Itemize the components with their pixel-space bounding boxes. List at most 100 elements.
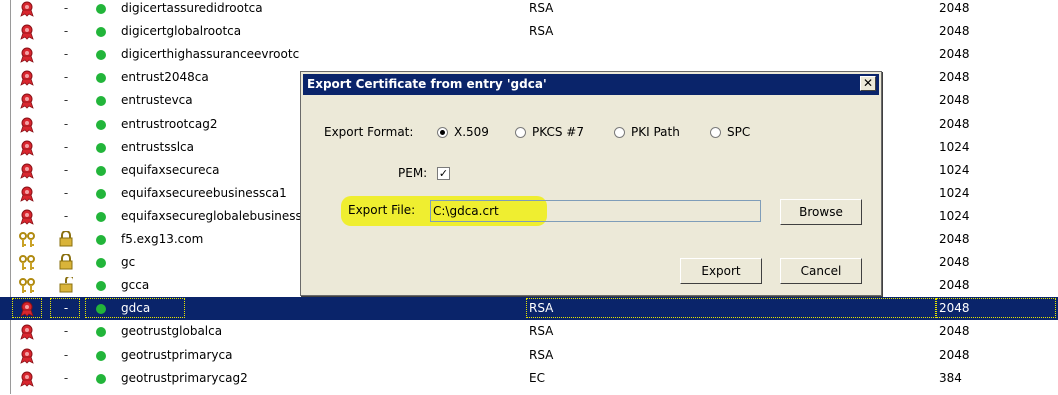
- trusted-certificate-icon: [18, 117, 36, 133]
- export-file-value: C:\gdca.crt: [433, 204, 499, 218]
- cancel-button[interactable]: Cancel: [780, 258, 862, 284]
- lock-status: -: [63, 93, 69, 108]
- status-dot-icon: [96, 258, 106, 269]
- lock-status: -: [63, 1, 69, 15]
- entry-alias: digicerthighassuranceevrootc: [121, 47, 300, 62]
- pem-label: PEM:: [398, 166, 428, 180]
- lock-status: -: [63, 370, 69, 385]
- entry-key-size: 2048: [939, 324, 970, 339]
- format-radio-x509[interactable]: [437, 127, 448, 138]
- trusted-certificate-icon: [18, 348, 36, 364]
- table-row[interactable]: - digicerthighassuranceevrootc 2048: [0, 43, 1058, 66]
- export-button[interactable]: Export: [680, 258, 762, 284]
- table-row[interactable]: - geotrustglobalca RSA 2048: [0, 320, 1058, 343]
- status-dot-icon: [96, 188, 106, 199]
- lock-status: -: [63, 162, 69, 177]
- format-radio-pkcs7[interactable]: [515, 127, 526, 138]
- trusted-certificate-icon: [18, 1, 36, 17]
- selection-focus-border: [526, 298, 936, 319]
- close-icon: ✕: [862, 76, 874, 90]
- trusted-certificate-icon: [18, 209, 36, 225]
- status-dot-icon: [96, 327, 106, 338]
- lock-status: -: [63, 24, 69, 39]
- lock-status: -: [63, 208, 69, 223]
- entry-alias: equifaxsecureglobalebusiness: [121, 208, 302, 223]
- format-label-spc[interactable]: SPC: [727, 125, 750, 139]
- entry-key-size: 1024: [939, 139, 970, 154]
- entry-key-size: 2048: [939, 232, 970, 246]
- lock-status: -: [63, 185, 69, 200]
- entry-algorithm: RSA: [529, 324, 554, 339]
- close-button[interactable]: ✕: [860, 76, 876, 91]
- trusted-certificate-icon: [18, 163, 36, 179]
- dialog-titlebar[interactable]: Export Certificate from entry 'gdca' ✕: [303, 74, 879, 95]
- entry-algorithm: RSA: [529, 1, 554, 15]
- table-row[interactable]: - digicertglobalrootca RSA 2048: [0, 20, 1058, 43]
- entry-alias: entrustrootcag2: [121, 116, 218, 131]
- format-radio-spc[interactable]: [710, 127, 721, 138]
- export-file-label: Export File:: [348, 203, 416, 217]
- status-dot-icon: [96, 281, 106, 292]
- lock-status: -: [63, 347, 69, 362]
- export-file-input[interactable]: C:\gdca.crt: [430, 200, 761, 222]
- lock-status: -: [63, 139, 69, 154]
- table-row[interactable]: - geotrustprimaryca RSA 2048: [0, 344, 1058, 367]
- entry-alias: entrustevca: [121, 93, 193, 108]
- status-dot-icon: [96, 96, 106, 107]
- check-icon: ✓: [438, 167, 449, 180]
- trusted-certificate-icon: [18, 140, 36, 156]
- format-radio-pkipath[interactable]: [614, 127, 625, 138]
- entry-alias: entrustsslca: [121, 139, 194, 154]
- entry-alias: entrust2048ca: [121, 70, 209, 85]
- entry-algorithm: RSA: [529, 24, 554, 39]
- table-row[interactable]: - geotrustprimarycag2 EC 384: [0, 367, 1058, 390]
- selection-focus-border: [12, 298, 42, 319]
- status-dot-icon: [96, 235, 106, 245]
- trusted-certificate-icon: [18, 186, 36, 202]
- format-label-pkipath[interactable]: PKI Path: [631, 125, 680, 139]
- entry-key-size: 2048: [939, 1, 970, 15]
- pem-checkbox[interactable]: ✓: [437, 167, 450, 180]
- export-certificate-dialog: Export Certificate from entry 'gdca' ✕ E…: [300, 71, 882, 296]
- dialog-title: Export Certificate from entry 'gdca': [307, 77, 547, 91]
- status-dot-icon: [96, 50, 106, 61]
- browse-button[interactable]: Browse: [780, 199, 862, 225]
- entry-key-size: 1024: [939, 208, 970, 223]
- entry-key-size: 2048: [939, 116, 970, 131]
- entry-alias: geotrustglobalca: [121, 324, 223, 339]
- entry-alias: equifaxsecureca: [121, 162, 220, 177]
- selection-focus-border: [50, 298, 80, 319]
- status-dot-icon: [96, 350, 106, 361]
- entry-key-size: 1024: [939, 185, 970, 200]
- entry-key-size: 2048: [939, 70, 970, 85]
- lock-status: -: [63, 324, 69, 339]
- export-format-label: Export Format:: [324, 125, 414, 139]
- table-row[interactable]: - digicertassuredidrootca RSA 2048: [0, 0, 1058, 20]
- status-dot-icon: [96, 27, 106, 38]
- entry-key-size: 384: [939, 370, 962, 385]
- entry-alias: gc: [121, 255, 136, 270]
- format-label-pkcs7[interactable]: PKCS #7: [532, 125, 584, 139]
- status-dot-icon: [96, 73, 106, 84]
- entry-alias: f5.exg13.com: [121, 232, 204, 246]
- format-label-x509[interactable]: X.509: [454, 125, 489, 139]
- entry-alias: digicertglobalrootca: [121, 24, 242, 39]
- entry-key-size: 2048: [939, 255, 970, 270]
- entry-key-size: 1024: [939, 162, 970, 177]
- status-dot-icon: [96, 211, 106, 222]
- entry-alias: gcca: [121, 278, 150, 293]
- trusted-certificate-icon: [18, 70, 36, 87]
- entry-algorithm: RSA: [529, 347, 554, 362]
- entry-key-size: 2048: [939, 47, 970, 62]
- entry-key-size: 2048: [939, 347, 970, 362]
- entry-key-size: 2048: [939, 278, 970, 293]
- table-row-selected[interactable]: - gdca RSA 2048: [0, 297, 1058, 321]
- trusted-certificate-icon: [18, 24, 36, 40]
- trusted-certificate-icon: [18, 47, 36, 63]
- lock-status: -: [63, 47, 69, 62]
- selection-focus-border: [85, 298, 185, 319]
- status-dot-icon: [96, 373, 106, 384]
- key-pair-icon: [18, 278, 36, 294]
- key-pair-icon: [18, 232, 36, 248]
- trusted-certificate-icon: [18, 324, 36, 341]
